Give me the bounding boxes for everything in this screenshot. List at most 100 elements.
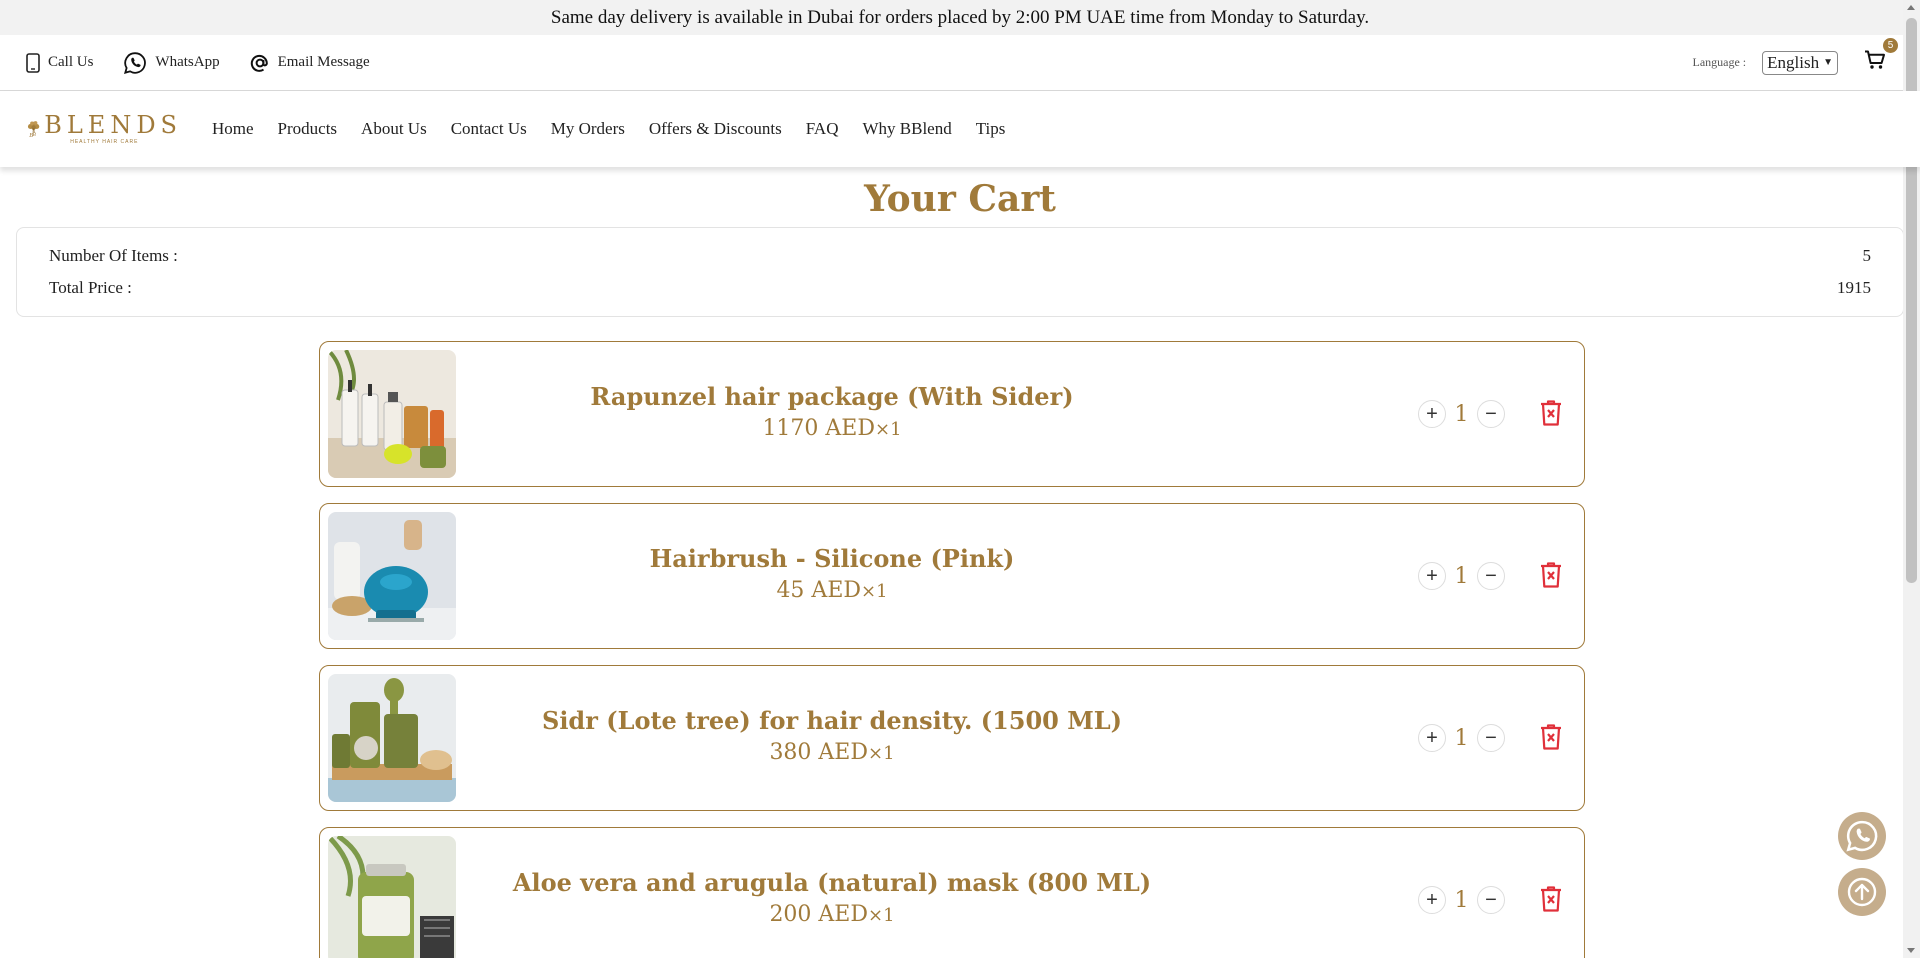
product-name[interactable]: Hairbrush - Silicone (Pink) xyxy=(460,542,1204,576)
product-image xyxy=(328,674,456,802)
cart-count-badge: 5 xyxy=(1883,38,1898,53)
svg-text:B: B xyxy=(31,132,36,138)
nav-links: Home Products About Us Contact Us My Ord… xyxy=(212,119,1029,139)
price-multiplier: ×1 xyxy=(875,419,902,440)
quantity-value: 1 xyxy=(1454,887,1469,913)
quantity-stepper: + 1 − xyxy=(1418,724,1505,752)
product-image xyxy=(328,350,456,478)
delete-icon xyxy=(1541,886,1561,912)
scroll-to-top-button[interactable] xyxy=(1838,868,1886,916)
delete-icon xyxy=(1541,562,1561,588)
nav-why-bblend[interactable]: Why BBlend xyxy=(862,119,951,139)
remove-item-button[interactable] xyxy=(1540,724,1562,754)
cart-item: Aloe vera and arugula (natural) mask (80… xyxy=(319,827,1585,958)
header-tools: Language : English ▼ 5 xyxy=(1692,38,1898,75)
price-multiplier: ×1 xyxy=(868,743,895,764)
price-multiplier: ×1 xyxy=(861,581,888,602)
decrease-quantity-button[interactable]: − xyxy=(1477,886,1505,914)
cart-item: Hairbrush - Silicone (Pink) 45 AED×1 + 1… xyxy=(319,503,1585,649)
quantity-value: 1 xyxy=(1454,563,1469,589)
whatsapp-icon xyxy=(124,51,147,74)
nav-faq[interactable]: FAQ xyxy=(806,119,839,139)
remove-item-button[interactable] xyxy=(1540,562,1562,592)
language-label: Language : xyxy=(1692,55,1747,69)
nav-products[interactable]: Products xyxy=(278,119,338,139)
cart-items-list: Rapunzel hair package (With Sider) 1170 … xyxy=(0,341,1920,958)
items-count-row: Number Of Items : 5 xyxy=(49,246,1871,278)
phone-icon xyxy=(26,52,40,73)
quantity-value: 1 xyxy=(1454,725,1469,751)
total-price-row: Total Price : 1915 xyxy=(49,278,1871,310)
brand-logo[interactable]: B B BLENDS HEALTHY HAIR CARE xyxy=(27,99,182,159)
product-info: Sidr (Lote tree) for hair density. (1500… xyxy=(460,704,1204,769)
quantity-stepper: + 1 − xyxy=(1418,562,1505,590)
call-us-label: Call Us xyxy=(48,54,94,70)
email-label: Email Message xyxy=(277,54,370,70)
increase-quantity-button[interactable]: + xyxy=(1418,724,1446,752)
scroll-up-arrow[interactable] xyxy=(1907,5,1915,10)
product-price: 45 AED×1 xyxy=(460,576,1204,607)
delete-icon xyxy=(1541,724,1561,750)
page-title: Your Cart xyxy=(864,178,1056,220)
nav-home[interactable]: Home xyxy=(212,119,254,139)
cart-summary: Number Of Items : 5 Total Price : 1915 xyxy=(16,227,1904,317)
product-name[interactable]: Sidr (Lote tree) for hair density. (1500… xyxy=(460,704,1204,738)
main-navbar: B B BLENDS HEALTHY HAIR CARE Home Produc… xyxy=(0,91,1920,167)
nav-my-orders[interactable]: My Orders xyxy=(551,119,625,139)
quantity-stepper: + 1 − xyxy=(1418,400,1505,428)
remove-item-button[interactable] xyxy=(1540,400,1562,430)
brand-name: BLENDS xyxy=(44,111,182,139)
product-info: Aloe vera and arugula (natural) mask (80… xyxy=(460,866,1204,931)
quantity-stepper: + 1 − xyxy=(1418,886,1505,914)
floating-whatsapp-button[interactable] xyxy=(1838,812,1886,860)
whatsapp-icon xyxy=(1846,820,1878,852)
language-value: English xyxy=(1767,52,1820,72)
price-amount: 380 AED xyxy=(769,740,869,765)
arrow-up-icon xyxy=(1847,877,1877,907)
price-multiplier: ×1 xyxy=(868,905,895,926)
cart-icon xyxy=(1865,50,1885,69)
announcement-text: Same day delivery is available in Dubai … xyxy=(550,7,1370,28)
announcement-bar: Same day delivery is available in Dubai … xyxy=(0,0,1920,35)
product-info: Rapunzel hair package (With Sider) 1170 … xyxy=(460,380,1204,445)
scroll-down-arrow[interactable] xyxy=(1907,948,1915,953)
decrease-quantity-button[interactable]: − xyxy=(1477,400,1505,428)
total-price-value: 1915 xyxy=(1837,278,1871,297)
remove-item-button[interactable] xyxy=(1540,886,1562,916)
product-info: Hairbrush - Silicone (Pink) 45 AED×1 xyxy=(460,542,1204,607)
increase-quantity-button[interactable]: + xyxy=(1418,400,1446,428)
nav-tips[interactable]: Tips xyxy=(976,119,1006,139)
delete-icon xyxy=(1541,400,1561,426)
quantity-value: 1 xyxy=(1454,401,1469,427)
nav-offers-discounts[interactable]: Offers & Discounts xyxy=(649,119,782,139)
tree-logo-icon: B B xyxy=(27,121,40,139)
nav-contact-us[interactable]: Contact Us xyxy=(451,119,527,139)
increase-quantity-button[interactable]: + xyxy=(1418,886,1446,914)
contact-bar: Call Us WhatsApp Email Message Language … xyxy=(0,35,1920,91)
language-select[interactable]: English ▼ xyxy=(1762,50,1838,75)
decrease-quantity-button[interactable]: − xyxy=(1477,562,1505,590)
product-price: 1170 AED×1 xyxy=(460,414,1204,445)
decrease-quantity-button[interactable]: − xyxy=(1477,724,1505,752)
product-price: 200 AED×1 xyxy=(460,900,1204,931)
price-amount: 1170 AED xyxy=(762,416,876,441)
increase-quantity-button[interactable]: + xyxy=(1418,562,1446,590)
product-name[interactable]: Rapunzel hair package (With Sider) xyxy=(460,380,1204,414)
items-count-value: 5 xyxy=(1862,246,1872,265)
cart-button[interactable]: 5 xyxy=(1864,38,1898,75)
email-link[interactable]: Email Message xyxy=(250,53,370,73)
nav-about-us[interactable]: About Us xyxy=(361,119,427,139)
whatsapp-link[interactable]: WhatsApp xyxy=(123,51,220,75)
items-count-label: Number Of Items : xyxy=(49,246,178,265)
total-price-label: Total Price : xyxy=(49,278,132,297)
product-image xyxy=(328,836,456,958)
price-amount: 200 AED xyxy=(769,902,869,927)
chevron-down-icon: ▼ xyxy=(1823,57,1833,68)
call-us-link[interactable]: Call Us xyxy=(26,52,94,73)
brand-tagline: HEALTHY HAIR CARE xyxy=(70,139,139,145)
cart-item: Sidr (Lote tree) for hair density. (1500… xyxy=(319,665,1585,811)
price-amount: 45 AED xyxy=(776,578,862,603)
product-price: 380 AED×1 xyxy=(460,738,1204,769)
product-name[interactable]: Aloe vera and arugula (natural) mask (80… xyxy=(460,866,1204,900)
whatsapp-label: WhatsApp xyxy=(155,54,220,70)
